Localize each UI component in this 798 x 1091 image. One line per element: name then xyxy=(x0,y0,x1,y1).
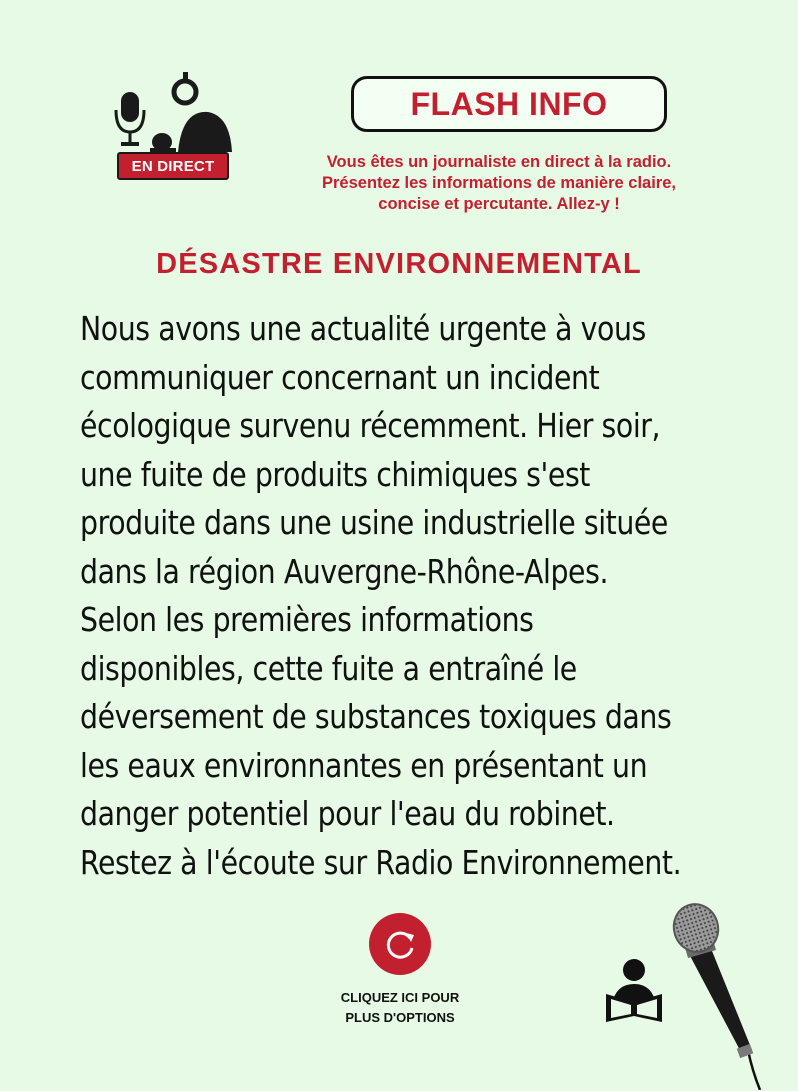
news-line: danger potentiel pour l'eau du robinet. xyxy=(80,794,615,833)
news-line: Restez à l'écoute sur Radio Environnemen… xyxy=(80,842,682,882)
news-line: Nous avons une actualité urgente à vous xyxy=(80,309,646,348)
flash-info-title: FLASH INFO xyxy=(351,76,667,132)
options-label-line: CLIQUEZ ICI POUR xyxy=(340,990,460,1005)
news-line: communiquer concernant un incident xyxy=(80,357,600,397)
news-line: les eaux environnantes en présentant un xyxy=(80,745,648,785)
news-line: dans la région Auvergne-Rhône-Alpes. xyxy=(80,551,609,591)
news-line: une fuite de produits chimiques s'est xyxy=(80,454,590,494)
headline: DÉSASTRE ENVIRONNEMENTAL xyxy=(156,248,642,280)
refresh-icon xyxy=(386,931,414,959)
news-line: disponibles, cette fuite a entraîné le xyxy=(80,648,577,688)
instructions-line: Vous êtes un journaliste en direct à la … xyxy=(326,153,672,171)
options-label-line: PLUS D'OPTIONS xyxy=(345,1010,455,1025)
news-line: déversement de substances toxiques dans xyxy=(80,697,672,736)
microphone-icon xyxy=(672,903,762,1090)
live-badge: EN DIRECT xyxy=(117,152,229,180)
news-body: Nous avons une actualité urgente à vous … xyxy=(80,305,742,887)
options-label[interactable]: CLIQUEZ ICI POUR PLUS D'OPTIONS xyxy=(300,988,500,1028)
news-line: écologique survenu récemment. Hier soir, xyxy=(80,406,661,445)
reader-icon xyxy=(606,959,662,1022)
options-button[interactable] xyxy=(369,913,431,975)
news-line: produite dans une usine industrielle sit… xyxy=(80,503,668,542)
instructions-line: Présentez les informations de manière cl… xyxy=(322,174,676,192)
instructions-text: Vous êtes un journaliste en direct à la … xyxy=(258,152,740,215)
instructions-line: concise et percutante. Allez-y ! xyxy=(378,195,620,213)
news-line: Selon les premières informations xyxy=(80,600,534,639)
